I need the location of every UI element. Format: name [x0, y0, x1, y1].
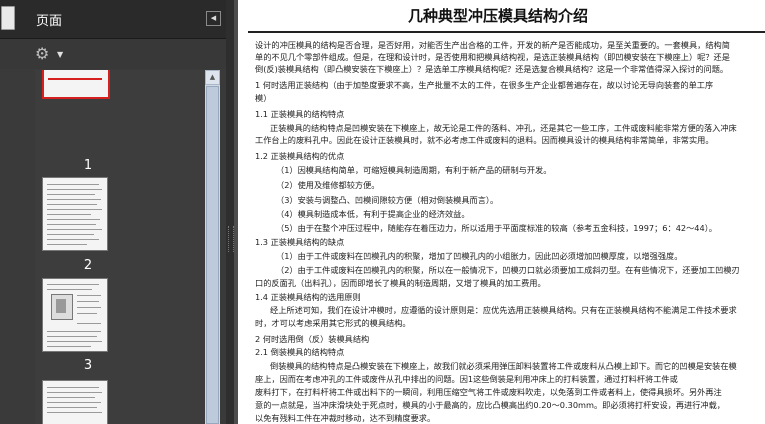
document-line: （1）由于工件或废料在凹模孔内的积聚，增加了凹模孔内的小组胀力，因此凹必须增加凹…	[276, 251, 683, 261]
document-line: 废料打下，在打料杆将工件或出料下的一瞬间，利用压缩空气将工件或废料吹走，以免落到…	[255, 387, 722, 397]
document-line: 1.3 正装模具结构的缺点	[255, 237, 345, 247]
document-line: 座上，因而在考虑冲孔的工件或废件从孔中排出的问题。因1这些倒装是利用冲床上的打料…	[255, 374, 678, 384]
document-line: 正装模具的结构特点是凹模安装在下模座上，故无论是工件的落料、冲孔，还是其它一些工…	[270, 123, 737, 133]
document-line: 倒(反)装模具结构（即凸模安装在下模座上）？是选单工序模具结构呢？还是选复合模具…	[255, 64, 729, 74]
pages-panel-toolbar	[0, 39, 226, 69]
document-line: 经上所述可知，我们在设计冲模时，应遵循的设计原则是：应优先选用正装模具结构。只有…	[270, 305, 737, 315]
document-line: 工作台上的废料孔中。因此在设计正装模具时，就不必考虑工件或废料的退料。因而模具设…	[255, 135, 714, 145]
document-line: 设计的冲压模具的结构是否合理，是否好用，对能否生产出合格的工件，开发的新产是否能…	[255, 40, 730, 50]
document-line: 口的反面孔（出料孔），因而即增长了模具的制造周期，又增了模具的加工费用。	[255, 278, 546, 288]
scroll-up-button[interactable]: ▲	[205, 70, 220, 85]
document-line: （5）由于在整个冲压过程中，随能存在着压边力，所以适用于平面度标准的较高（参考五…	[276, 223, 717, 233]
collapse-panel-button[interactable]: ◀	[206, 11, 221, 26]
document-line: 倒装模具的结构特点是凸模安装在下模座上，故我们就必须采用弹压卸料装置将工件或废料…	[270, 361, 737, 371]
document-line: 模）	[255, 93, 272, 103]
options-menu-button[interactable]: ⚙ ▼	[35, 45, 67, 63]
page-number-3: 3	[83, 358, 93, 373]
page-number-1: 1	[83, 158, 93, 173]
page-number-2: 2	[83, 258, 93, 273]
title-rule	[248, 31, 765, 33]
document-line: 单的不见几个零部件组成。但是，在理和设计时，是否使用和把模具结构视，是选正装模具…	[255, 52, 730, 62]
page-thumbnail-1[interactable]	[42, 70, 110, 99]
page-thumbnail-2[interactable]	[42, 177, 108, 251]
document-line: （3）安装与调整凸、凹模间隙较方便（相对倒装模具而言）。	[276, 195, 499, 205]
document-line: 意的一点就是，当冲床滑块处于死点时，模具的小于最高的，应比凸模高出约0.20～0…	[255, 400, 725, 410]
page-thumbnail-4[interactable]	[42, 380, 108, 424]
document-line: 2 何时选用倒（反）装模具结构	[255, 334, 370, 344]
document-line: （4）模具制造成本低，有利于提高企业的经济效益。	[276, 209, 470, 219]
scrollbar-thumb[interactable]	[206, 86, 219, 424]
document-line: 1.2 正装模具结构的优点	[255, 151, 345, 161]
thumbnail-list[interactable]: 1 2 3	[35, 70, 205, 424]
document-line: 时，才可以考虑采用其它形式的模具结构。	[255, 318, 411, 328]
pages-panel-title: 页面	[36, 14, 63, 29]
document-title: 几种典型冲压模具结构介绍	[407, 7, 588, 25]
document-line: 以免有残料工件在冲裁时移动，达不到精度要求。	[255, 413, 436, 423]
gear-icon: ⚙	[35, 44, 50, 63]
document-line: （2）使用及维修都较方便。	[276, 180, 380, 190]
document-line: 1.4 正装模具结构的选用原则	[255, 292, 361, 302]
chevron-down-icon: ▼	[57, 50, 64, 59]
document-line: 1.1 正装模具的结构特点	[255, 109, 345, 119]
pages-panel-icon	[1, 6, 15, 30]
document-line: 2.1 倒装模具的结构特点	[255, 347, 345, 357]
document-line: （2）由于工件或废料在凹模孔内的积聚，所以在一般情况下，凹模刃口就必须要加工成斜…	[276, 265, 740, 275]
document-line: （1）因模具结构简单，可缩短模具制造周期，有利于新产品的研制与开发。	[276, 165, 552, 175]
document-line: 1 何时选用正装结构（由于加垫度要求不高，生产批量不太的工件，在很多生产企业都普…	[255, 80, 714, 90]
panel-splitter[interactable]	[226, 0, 234, 424]
pages-panel-header	[0, 0, 226, 39]
page-thumbnail-3[interactable]	[42, 278, 108, 352]
